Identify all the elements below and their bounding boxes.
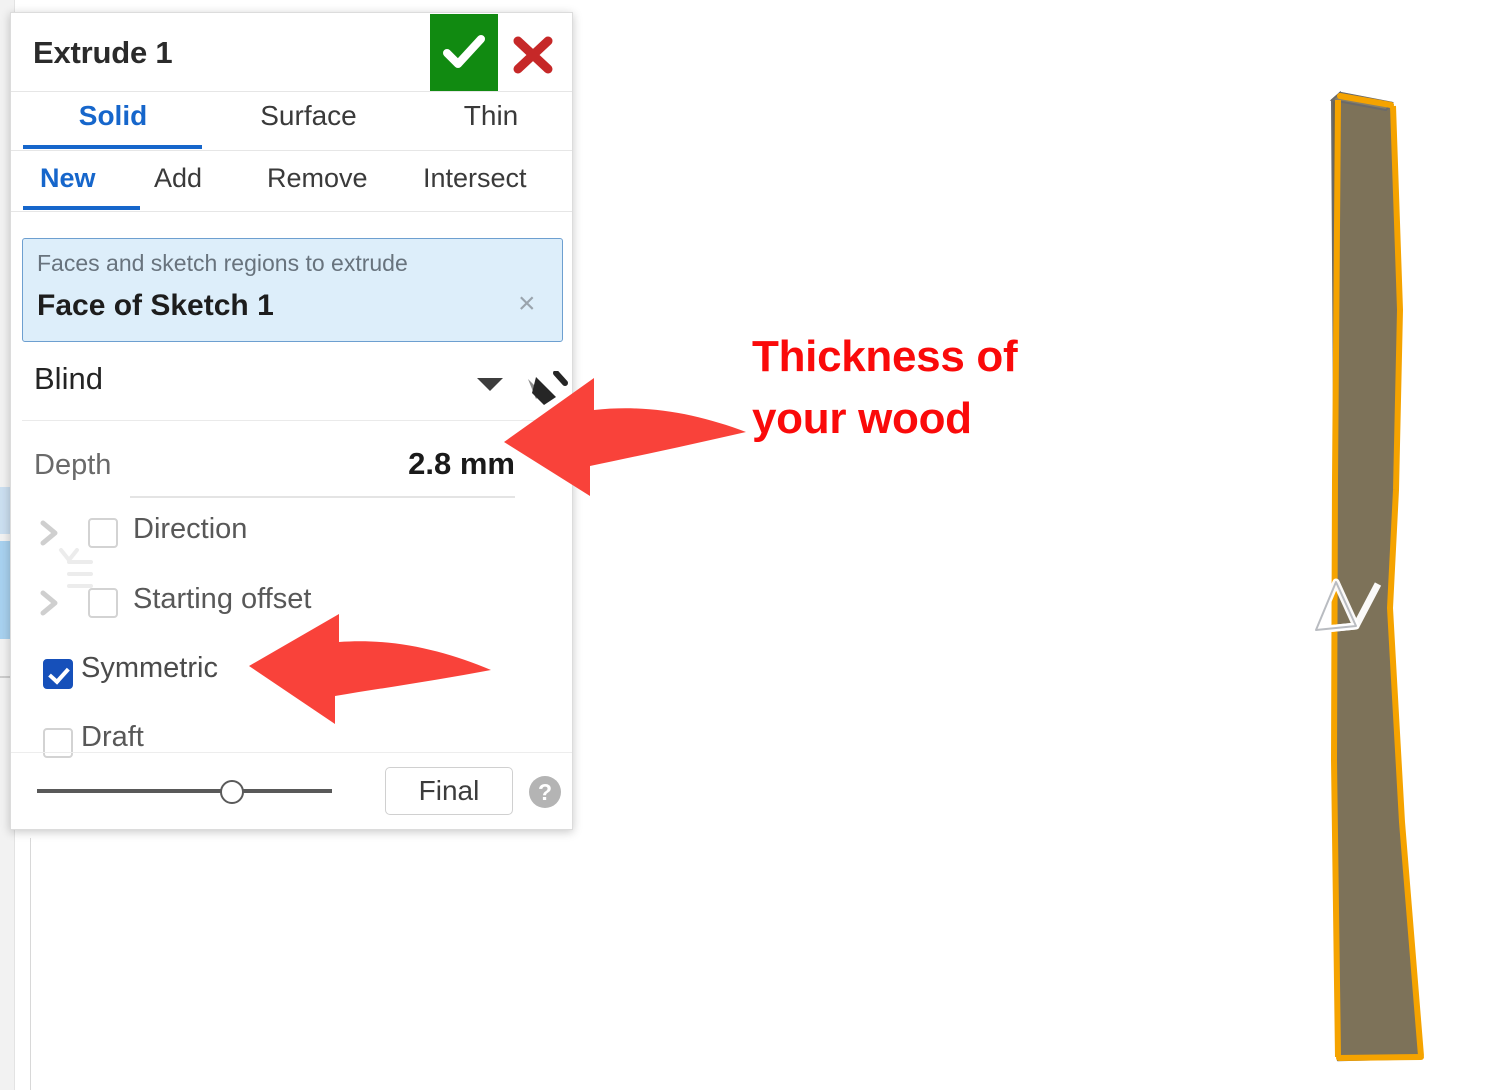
slider-thumb[interactable]: [220, 780, 244, 804]
final-button[interactable]: Final: [385, 767, 513, 815]
annotation-line-2: your wood: [752, 394, 972, 444]
cancel-button[interactable]: [511, 35, 555, 75]
tab-add[interactable]: Add: [154, 163, 202, 194]
tab-active-underline-primary: [23, 145, 202, 149]
chevron-down-icon[interactable]: [477, 378, 503, 391]
clear-selection-icon[interactable]: ×: [518, 289, 536, 319]
tab-new[interactable]: New: [40, 163, 96, 194]
faces-selection-field[interactable]: Faces and sketch regions to extrude Face…: [22, 238, 563, 342]
help-icon[interactable]: ?: [529, 776, 561, 808]
end-condition-value: Blind: [34, 361, 103, 396]
extruded-wood-board[interactable]: [1250, 60, 1510, 1080]
checkbox-starting-offset[interactable]: [88, 588, 118, 618]
label-draft: Draft: [81, 721, 144, 753]
label-starting-offset: Starting offset: [133, 583, 312, 615]
preview-quality-slider[interactable]: [37, 780, 332, 804]
depth-input-underline: [130, 496, 515, 498]
annotation-line-1: Thickness of: [752, 332, 1018, 381]
feature-tree-guide-line: [30, 838, 31, 1090]
tab-surface[interactable]: Surface: [216, 100, 401, 132]
checkbox-direction[interactable]: [88, 518, 118, 548]
depth-value-input[interactable]: 2.8 mm: [408, 446, 515, 482]
tab-intersect[interactable]: Intersect: [423, 163, 527, 194]
label-direction: Direction: [133, 513, 248, 545]
model-viewport[interactable]: [1250, 60, 1510, 1080]
accept-button[interactable]: [430, 14, 498, 91]
annotation-callout-text: Thickness of your wood: [752, 326, 1018, 451]
depth-field-row[interactable]: Depth 2.8 mm: [22, 443, 563, 503]
label-symmetric: Symmetric: [81, 652, 218, 684]
chevron-right-icon[interactable]: [38, 588, 62, 618]
close-icon: [513, 36, 553, 74]
tab-active-underline-secondary: [23, 206, 140, 210]
slider-track: [37, 789, 332, 793]
faces-selection-placeholder: Faces and sketch regions to extrude: [37, 250, 408, 276]
tab-group-body-type: Solid Surface Thin: [11, 92, 572, 151]
faces-selection-value: Face of Sketch 1: [37, 289, 274, 322]
option-row-direction[interactable]: Direction: [22, 509, 563, 565]
chevron-right-icon[interactable]: [38, 518, 62, 548]
tab-remove[interactable]: Remove: [267, 163, 368, 194]
depth-label: Depth: [34, 449, 112, 481]
option-row-starting-offset[interactable]: Starting offset: [22, 579, 563, 635]
option-row-symmetric[interactable]: Symmetric: [22, 650, 563, 706]
tab-thin[interactable]: Thin: [411, 100, 571, 132]
tab-solid[interactable]: Solid: [23, 100, 203, 132]
page-title: Extrude 1: [33, 35, 173, 70]
checkbox-symmetric[interactable]: [43, 659, 73, 689]
end-condition-dropdown[interactable]: Blind: [22, 355, 563, 421]
panel-footer: Final ?: [11, 752, 572, 829]
panel-title-bar: Extrude 1: [11, 13, 572, 92]
check-icon: [443, 35, 485, 68]
extrude-dialog-panel: Extrude 1 Solid Surface Thin New Add Rem…: [10, 12, 573, 830]
flip-direction-icon[interactable]: [516, 370, 576, 421]
tab-group-boolean-op: New Add Remove Intersect: [11, 151, 572, 212]
